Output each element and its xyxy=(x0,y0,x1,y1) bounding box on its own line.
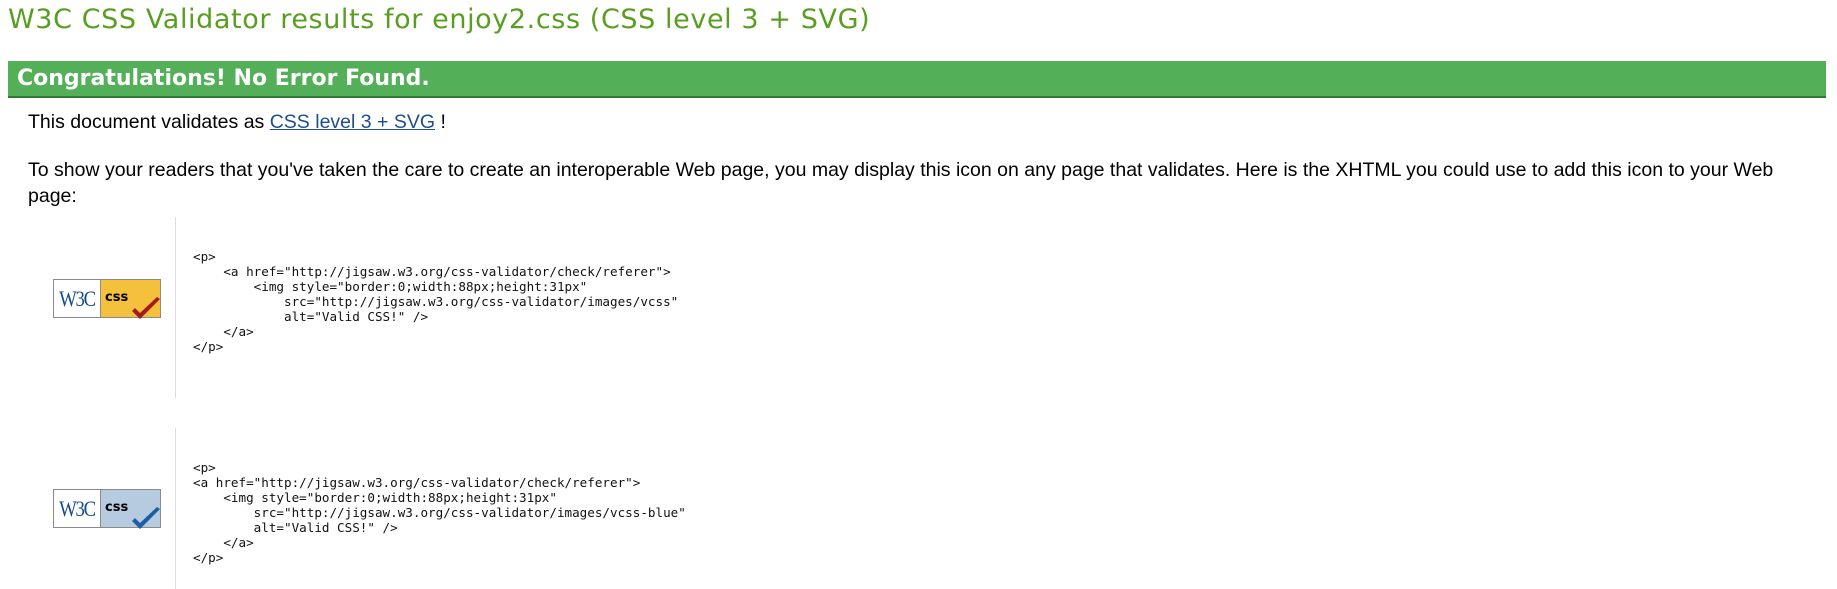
checkmark-icon xyxy=(132,507,160,529)
css-label-area: css xyxy=(100,490,160,529)
css-label: css xyxy=(105,500,129,515)
valid-css-badge-gold[interactable]: W3C css xyxy=(53,279,161,319)
badge-cell: W3C css xyxy=(28,217,174,398)
w3c-logo: W3C xyxy=(59,495,96,521)
validation-statement: This document validates as CSS level 3 +… xyxy=(28,111,446,134)
code-snippet-gold: <p> <a href="http://jigsaw.w3.org/css-va… xyxy=(175,217,678,398)
css-level-link[interactable]: CSS level 3 + SVG xyxy=(270,111,435,133)
w3c-logo: W3C xyxy=(59,285,96,311)
checkmark-icon xyxy=(132,297,160,319)
success-message: Congratulations! No Error Found. xyxy=(17,66,430,91)
code-snippet-text: <p> <a href="http://jigsaw.w3.org/css-va… xyxy=(193,249,679,354)
css-label: css xyxy=(105,290,129,305)
success-banner: Congratulations! No Error Found. xyxy=(8,61,1826,98)
validates-suffix: ! xyxy=(440,111,446,133)
instructions-text: To show your readers that you've taken t… xyxy=(28,159,1774,207)
validates-prefix: This document validates as xyxy=(28,111,265,133)
page-title: W3C CSS Validator results for enjoy2.css… xyxy=(8,4,871,35)
valid-css-badge-blue[interactable]: W3C css xyxy=(53,489,161,529)
css-label-area: css xyxy=(100,280,160,319)
code-snippet-blue: <p> <a href="http://jigsaw.w3.org/css-va… xyxy=(175,428,686,589)
code-snippet-text: <p> <a href="http://jigsaw.w3.org/css-va… xyxy=(193,460,686,565)
badge-cell: W3C css xyxy=(28,428,174,589)
